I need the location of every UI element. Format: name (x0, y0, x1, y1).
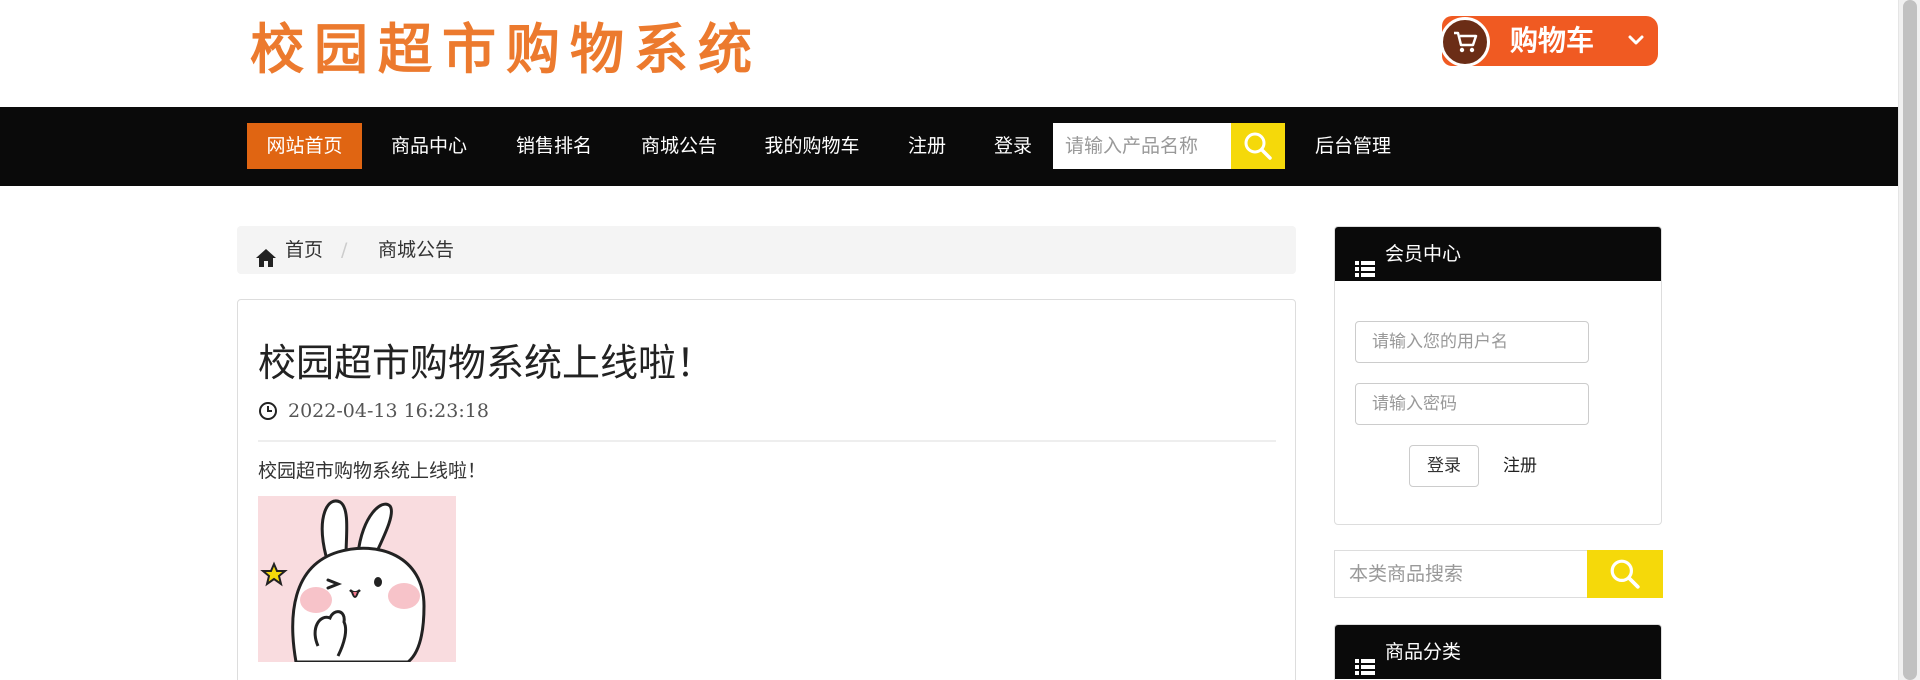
search-icon (1244, 132, 1272, 160)
member-center-title: 会员中心 (1385, 243, 1462, 265)
list-icon (1355, 245, 1375, 299)
nav-item-register[interactable]: 注册 (892, 123, 962, 169)
announcement-title: 校园超市购物系统上线啦！ (258, 341, 715, 385)
category-search-input[interactable] (1335, 551, 1587, 597)
announcement-date: 2022-04-13 16:23:18 (288, 400, 489, 422)
home-icon (255, 238, 277, 286)
page-scrollbar[interactable] (1898, 0, 1920, 680)
nav-item-announcements[interactable]: 商城公告 (625, 123, 733, 169)
announcement-panel: 校园超市购物系统上线啦！ 2022-04-13 16:23:18 校园超市购物系… (237, 299, 1296, 680)
nav-item-home[interactable]: 网站首页 (247, 123, 362, 169)
cart-button[interactable]: 购物车 (1440, 16, 1658, 67)
breadcrumb-home-link[interactable]: 首页 (285, 226, 323, 274)
nav-item-admin[interactable]: 后台管理 (1303, 123, 1403, 169)
site-header: 校园超市购物系统 购物车 (0, 0, 1898, 107)
product-search-button[interactable] (1231, 123, 1285, 169)
product-category-header: 商品分类 (1335, 625, 1661, 679)
login-button[interactable]: 登录 (1409, 445, 1479, 487)
site-logo[interactable]: 校园超市购物系统 (250, 20, 762, 80)
product-category-title: 商品分类 (1385, 641, 1462, 663)
shopping-cart-icon (1440, 17, 1490, 67)
list-icon (1355, 643, 1375, 680)
nav-item-login[interactable]: 登录 (978, 123, 1048, 169)
chevron-down-icon (1626, 30, 1646, 54)
nav-item-products[interactable]: 商品中心 (375, 123, 483, 169)
nav-item-my-cart[interactable]: 我的购物车 (752, 123, 872, 169)
password-input[interactable] (1355, 383, 1589, 425)
username-input[interactable] (1355, 321, 1589, 363)
category-search-button[interactable] (1587, 550, 1663, 598)
breadcrumb-current: 商城公告 (378, 239, 455, 261)
main-nav: 网站首页 商品中心 销售排名 商城公告 我的购物车 注册 登录 后台管理 (0, 107, 1898, 186)
category-search (1334, 550, 1663, 598)
cart-label: 购物车 (1510, 24, 1595, 57)
product-category-panel: 商品分类 (1334, 624, 1662, 680)
member-center-panel: 会员中心 登录 注册 (1334, 226, 1662, 525)
breadcrumb: 首页 / 商城公告 (237, 226, 1296, 274)
announcement-body: 校园超市购物系统上线啦！ (258, 460, 487, 482)
clock-icon (258, 401, 278, 425)
register-link[interactable]: 注册 (1503, 445, 1537, 487)
scrollbar-thumb[interactable] (1903, 0, 1917, 680)
breadcrumb-separator: / (341, 239, 348, 261)
member-center-header: 会员中心 (1335, 227, 1661, 281)
search-icon (1610, 559, 1640, 589)
divider (258, 440, 1276, 442)
product-search-input[interactable] (1053, 123, 1231, 169)
bunny-sticker-image (258, 496, 456, 662)
nav-item-sales-ranking[interactable]: 销售排名 (500, 123, 608, 169)
